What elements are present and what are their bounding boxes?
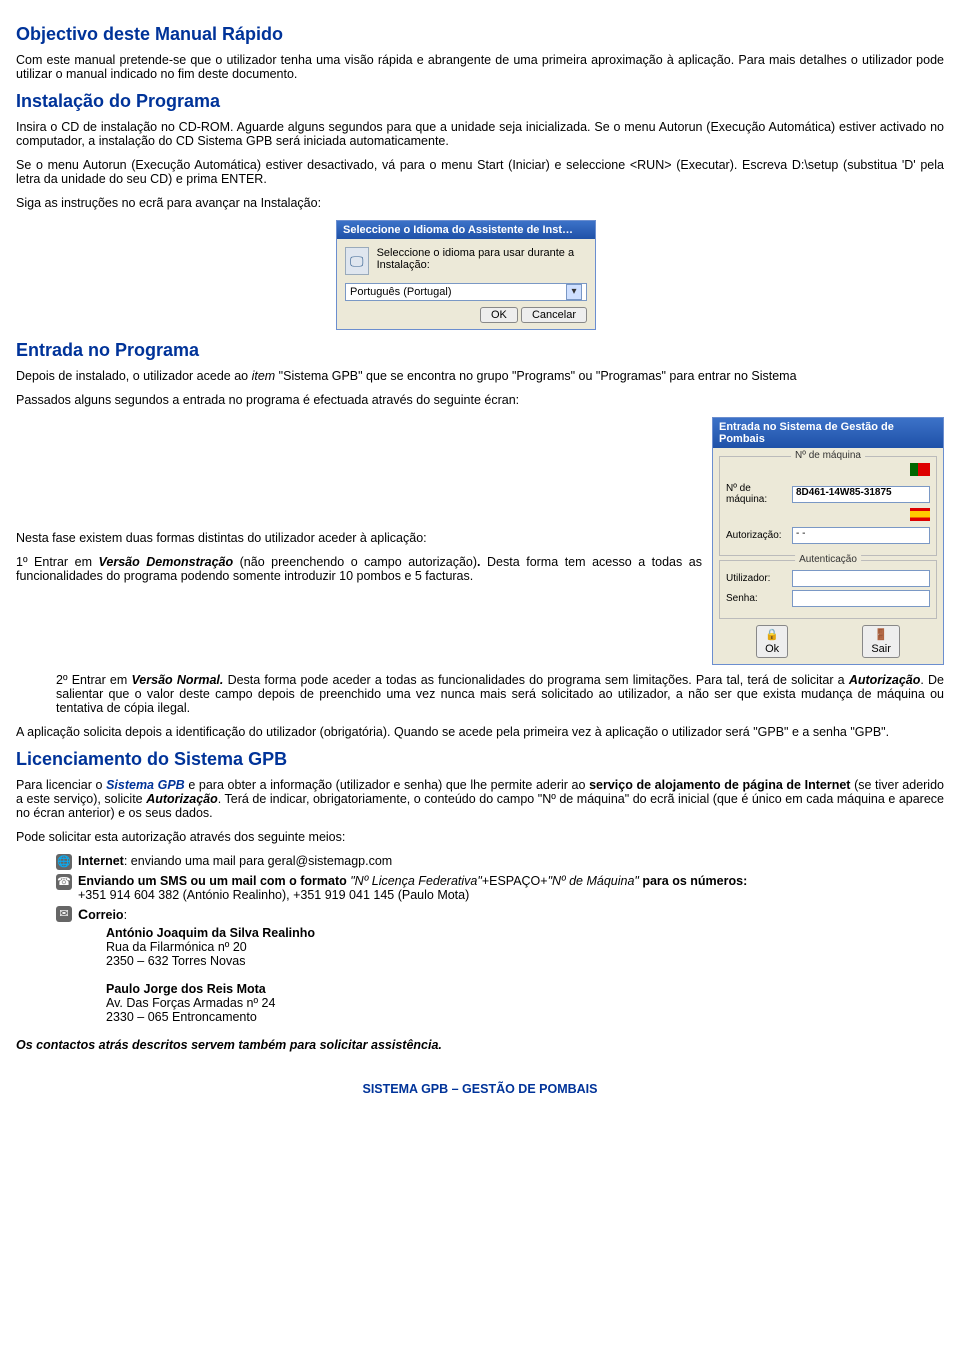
ok-button[interactable]: 🔒 Ok [756, 625, 788, 658]
text: Depois de instalado, o utilizador acede … [16, 369, 252, 383]
address-block-2: Paulo Jorge dos Reis Mota Av. Das Forças… [106, 982, 944, 1024]
text: Desta forma pode aceder a todas as funci… [223, 673, 848, 687]
installer-language-dialog: Seleccione o Idioma do Assistente de Ins… [336, 220, 596, 330]
door-icon: 🚪 [874, 628, 888, 641]
text: "Sistema GPB" que se encontra no grupo "… [275, 369, 796, 383]
text-brand: Sistema GPB [106, 778, 185, 792]
contact-internet: 🌐 Internet: enviando uma mail para geral… [56, 854, 944, 870]
para-entrada-2: Passados alguns segundos a entrada no pr… [16, 393, 944, 407]
page-footer: SISTEMA GPB – GESTÃO DE POMBAIS [16, 1082, 944, 1096]
text: 2º Entrar em [56, 673, 131, 687]
btn-label: Ok [765, 643, 779, 655]
para-assistencia: Os contactos atrás descritos servem tamb… [16, 1038, 944, 1052]
text: +351 914 604 382 (António Realinho), +35… [78, 888, 469, 902]
ok-button[interactable]: OK [480, 307, 518, 323]
text: 1º Entrar em [16, 555, 99, 569]
contact-sms: ☎ Enviando um SMS ou um mail com o forma… [56, 874, 944, 902]
language-select[interactable]: Português (Portugal) ▾ [345, 283, 587, 301]
wizard-icon: 🖵 [345, 247, 369, 275]
globe-icon: 🌐 [56, 854, 72, 870]
text-bold: para os números: [639, 874, 747, 888]
group-label: Autenticação [795, 554, 861, 565]
text-italic: "Nº de Máquina" [548, 874, 639, 888]
heading-licenciamento: Licenciamento do Sistema GPB [16, 749, 944, 770]
authorization-field[interactable]: - - [792, 527, 930, 544]
exit-button[interactable]: 🚪 Sair [862, 625, 900, 658]
addr-city: 2350 – 632 Torres Novas [106, 954, 944, 968]
para-identificacao: A aplicação solicita depois a identifica… [16, 725, 944, 739]
text: (não preenchendo o campo autorização) [233, 555, 477, 569]
heading-instalacao: Instalação do Programa [16, 91, 944, 112]
text-bold: serviço de alojamento de página de Inter… [589, 778, 850, 792]
dialog-title: Seleccione o Idioma do Assistente de Ins… [337, 221, 595, 239]
contact-correio: ✉ Correio: [56, 906, 944, 922]
para-opt2: 2º Entrar em Versão Normal. Desta forma … [56, 673, 944, 715]
text-bold-italic: Autorização [146, 792, 218, 806]
addr-name: Paulo Jorge dos Reis Mota [106, 982, 944, 996]
text: : enviando uma mail para geral@sistemagp… [124, 854, 392, 868]
addr-name: António Joaquim da Silva Realinho [106, 926, 944, 940]
para-objectivo: Com este manual pretende-se que o utiliz… [16, 53, 944, 81]
text: : [124, 908, 127, 922]
password-field[interactable] [792, 590, 930, 607]
heading-objectivo: Objectivo deste Manual Rápido [16, 24, 944, 45]
chevron-down-icon: ▾ [566, 284, 582, 300]
para-instal-2: Se o menu Autorun (Execução Automática) … [16, 158, 944, 186]
text-bold-italic: Autorização [849, 673, 921, 687]
group-auth: Autenticação Utilizador: Senha: [719, 560, 937, 619]
addr-street: Av. Das Forças Armadas nº 24 [106, 996, 944, 1010]
cancel-button[interactable]: Cancelar [521, 307, 587, 323]
text: +ESPAÇO+ [482, 874, 548, 888]
user-field[interactable] [792, 570, 930, 587]
flag-pt-icon[interactable] [910, 463, 930, 476]
para-instal-1: Insira o CD de instalação no CD-ROM. Agu… [16, 120, 944, 148]
label-user: Utilizador: [726, 573, 788, 584]
phone-icon: ☎ [56, 874, 72, 890]
label-auth: Autorização: [726, 530, 788, 541]
label-machine: Nº de máquina: [726, 483, 788, 505]
text-bold: orreio [88, 908, 123, 922]
addr-street: Rua da Filarmónica nº 20 [106, 940, 944, 954]
lock-icon: 🔒 [765, 628, 779, 641]
text-bold-italic: Versão Normal. [131, 673, 223, 687]
label-pass: Senha: [726, 593, 788, 604]
para-solicitar: Pode solicitar esta autorização através … [16, 830, 944, 844]
address-block-1: António Joaquim da Silva Realinho Rua da… [106, 926, 944, 968]
heading-entrada: Entrada no Programa [16, 340, 944, 361]
text-italic: "Nº Licença Federativa" [350, 874, 482, 888]
text-bold: Internet [78, 854, 124, 868]
text-bold: C [78, 906, 88, 922]
btn-label: Sair [871, 643, 891, 655]
text-bold: Enviando um SMS ou um mail com o formato [78, 874, 350, 888]
login-dialog: Entrada no Sistema de Gestão de Pombais … [712, 417, 944, 665]
language-selected: Português (Portugal) [350, 286, 452, 298]
dialog-text: Seleccione o idioma para usar durante a … [377, 247, 587, 271]
group-machine: Nº de máquina Nº de máquina: 8D461-14W85… [719, 456, 937, 556]
flag-es-icon[interactable] [910, 508, 930, 521]
para-entrada-1: Depois de instalado, o utilizador acede … [16, 369, 944, 383]
text: e para obter a informação (utilizador e … [185, 778, 589, 792]
text-bold-italic: Versão Demonstração [99, 555, 234, 569]
dialog-title: Entrada no Sistema de Gestão de Pombais [713, 418, 943, 448]
para-instal-3: Siga as instruções no ecrã para avançar … [16, 196, 944, 210]
addr-city: 2330 – 065 Entroncamento [106, 1010, 944, 1024]
text-italic: item [252, 369, 276, 383]
para-lic: Para licenciar o Sistema GPB e para obte… [16, 778, 944, 820]
text-bold: . [477, 555, 487, 569]
machine-number-field: 8D461-14W85-31875 [792, 486, 930, 503]
mail-icon: ✉ [56, 906, 72, 922]
text: Para licenciar o [16, 778, 106, 792]
group-label: Nº de máquina [791, 450, 865, 461]
